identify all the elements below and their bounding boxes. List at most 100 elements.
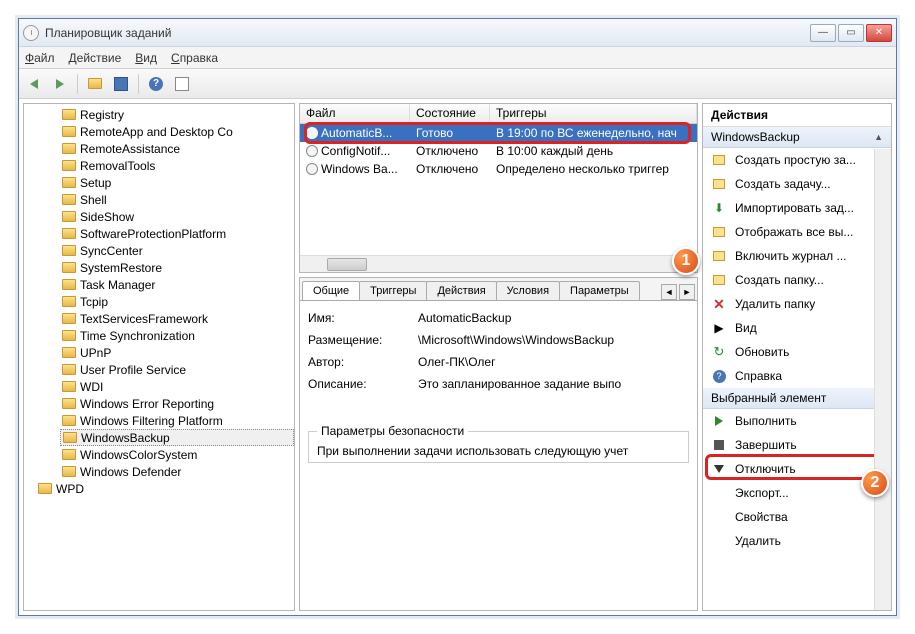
security-fieldset: Параметры безопасности При выполнении за… xyxy=(308,431,689,463)
action-item[interactable]: Выполнить xyxy=(703,409,891,433)
folder-icon xyxy=(62,313,76,324)
author-value: Олег-ПК\Олег xyxy=(418,355,689,369)
location-label: Размещение: xyxy=(308,333,418,347)
folder-icon xyxy=(62,296,76,307)
tab-1[interactable]: Триггеры xyxy=(359,281,427,300)
action-item[interactable]: Создать простую за... xyxy=(703,148,891,172)
action-item[interactable]: Удалить xyxy=(703,529,891,553)
forward-button[interactable] xyxy=(49,73,71,95)
action-item[interactable]: ?Справка xyxy=(703,364,891,388)
clock-icon xyxy=(306,127,318,139)
folder-icon xyxy=(62,364,76,375)
tree-item[interactable]: UPnP xyxy=(60,344,294,361)
tree-item[interactable]: WindowsBackup xyxy=(60,429,294,446)
view-button[interactable] xyxy=(110,73,132,95)
action-item[interactable]: Включить журнал ... xyxy=(703,244,891,268)
menubar: Файл Действие Вид Справка xyxy=(19,47,896,69)
folder-icon xyxy=(62,330,76,341)
folder-icon xyxy=(62,177,76,188)
back-button[interactable] xyxy=(23,73,45,95)
tab-3[interactable]: Условия xyxy=(496,281,560,300)
folder-icon xyxy=(62,228,76,239)
task-row[interactable]: ConfigNotif...ОтключеноВ 10:00 каждый де… xyxy=(300,142,697,160)
tree-item[interactable]: Time Synchronization xyxy=(60,327,294,344)
tree-item[interactable]: Windows Defender xyxy=(60,463,294,480)
task-list-panel: Файл Состояние Триггеры AutomaticB...Гот… xyxy=(299,103,698,273)
col-state[interactable]: Состояние xyxy=(410,104,490,123)
tree-item[interactable]: SystemRestore xyxy=(60,259,294,276)
tree-item[interactable]: WPD xyxy=(36,480,294,497)
annotation-highlight-2 xyxy=(705,454,887,480)
action-item[interactable]: Экспорт...2 xyxy=(703,481,891,505)
tab-general-body: Имя:AutomaticBackup Размещение:\Microsof… xyxy=(300,300,697,610)
action-item[interactable]: Свойства xyxy=(703,505,891,529)
clock-icon xyxy=(306,163,318,175)
folder-icon xyxy=(62,143,76,154)
task-row[interactable]: Windows Ba...ОтключеноОпределено несколь… xyxy=(300,160,697,178)
tree-item[interactable]: User Profile Service xyxy=(60,361,294,378)
tree-item[interactable]: SoftwareProtectionPlatform xyxy=(60,225,294,242)
folder-icon xyxy=(62,398,76,409)
tree-panel[interactable]: RegistryRemoteApp and Desktop CoRemoteAs… xyxy=(23,103,295,611)
actions-scrollbar[interactable] xyxy=(874,149,891,610)
up-button[interactable] xyxy=(84,73,106,95)
tree-item[interactable]: RemoteApp and Desktop Co xyxy=(60,123,294,140)
tab-2[interactable]: Действия xyxy=(426,281,496,300)
location-value: \Microsoft\Windows\WindowsBackup xyxy=(418,333,689,347)
author-label: Автор: xyxy=(308,355,418,369)
help-button[interactable]: ? xyxy=(145,73,167,95)
folder-icon xyxy=(62,245,76,256)
tree-item[interactable]: WindowsColorSystem xyxy=(60,446,294,463)
tree-item[interactable]: Setup xyxy=(60,174,294,191)
name-value: AutomaticBackup xyxy=(418,311,689,325)
tab-nav-right[interactable]: ► xyxy=(679,284,695,300)
panel-button[interactable] xyxy=(171,73,193,95)
tree-item[interactable]: SideShow xyxy=(60,208,294,225)
action-item[interactable]: ⬇Импортировать зад... xyxy=(703,196,891,220)
action-item[interactable]: Создать папку... xyxy=(703,268,891,292)
menu-file[interactable]: Файл xyxy=(25,51,55,65)
folder-icon xyxy=(62,381,76,392)
action-item[interactable]: ✕Удалить папку xyxy=(703,292,891,316)
action-item[interactable]: ↻Обновить xyxy=(703,340,891,364)
task-row[interactable]: AutomaticB...ГотовоВ 19:00 по ВС еженеде… xyxy=(300,124,697,142)
detail-panel: ОбщиеТриггерыДействияУсловияПараметры ◄ ►… xyxy=(299,277,698,611)
menu-help[interactable]: Справка xyxy=(171,51,218,65)
col-file[interactable]: Файл xyxy=(300,104,410,123)
horizontal-scrollbar[interactable] xyxy=(300,255,697,272)
folder-icon xyxy=(38,483,52,494)
tab-4[interactable]: Параметры xyxy=(559,281,640,300)
tree-item[interactable]: RemovalTools xyxy=(60,157,294,174)
action-group-2[interactable]: Выбранный элемент▲ xyxy=(703,388,891,409)
action-item[interactable]: ▶Вид▶ xyxy=(703,316,891,340)
minimize-button[interactable]: — xyxy=(810,24,836,42)
tree-item[interactable]: RemoteAssistance xyxy=(60,140,294,157)
action-group-1[interactable]: WindowsBackup▲ xyxy=(703,127,891,148)
tab-nav-left[interactable]: ◄ xyxy=(661,284,677,300)
folder-icon xyxy=(62,449,76,460)
tree-item[interactable]: Windows Filtering Platform xyxy=(60,412,294,429)
tree-item[interactable]: WDI xyxy=(60,378,294,395)
tree-item[interactable]: Tcpip xyxy=(60,293,294,310)
action-item[interactable]: Отображать все вы... xyxy=(703,220,891,244)
maximize-button[interactable]: ▭ xyxy=(838,24,864,42)
folder-icon xyxy=(62,279,76,290)
tree-item[interactable]: Shell xyxy=(60,191,294,208)
actions-panel: Действия WindowsBackup▲ Создать простую … xyxy=(702,103,892,611)
action-item[interactable]: Создать задачу... xyxy=(703,172,891,196)
action-item[interactable]: Завершить xyxy=(703,433,891,457)
tab-0[interactable]: Общие xyxy=(302,281,360,300)
menu-action[interactable]: Действие xyxy=(69,51,122,65)
app-icon xyxy=(23,25,39,41)
titlebar: Планировщик заданий — ▭ ✕ xyxy=(19,19,896,47)
col-triggers[interactable]: Триггеры xyxy=(490,104,697,123)
tree-item[interactable]: Registry xyxy=(60,106,294,123)
task-header: Файл Состояние Триггеры xyxy=(300,104,697,124)
menu-view[interactable]: Вид xyxy=(135,51,157,65)
content-area: RegistryRemoteApp and Desktop CoRemoteAs… xyxy=(19,99,896,615)
tree-item[interactable]: Windows Error Reporting xyxy=(60,395,294,412)
tree-item[interactable]: TextServicesFramework xyxy=(60,310,294,327)
tree-item[interactable]: Task Manager xyxy=(60,276,294,293)
tree-item[interactable]: SyncCenter xyxy=(60,242,294,259)
close-button[interactable]: ✕ xyxy=(866,24,892,42)
